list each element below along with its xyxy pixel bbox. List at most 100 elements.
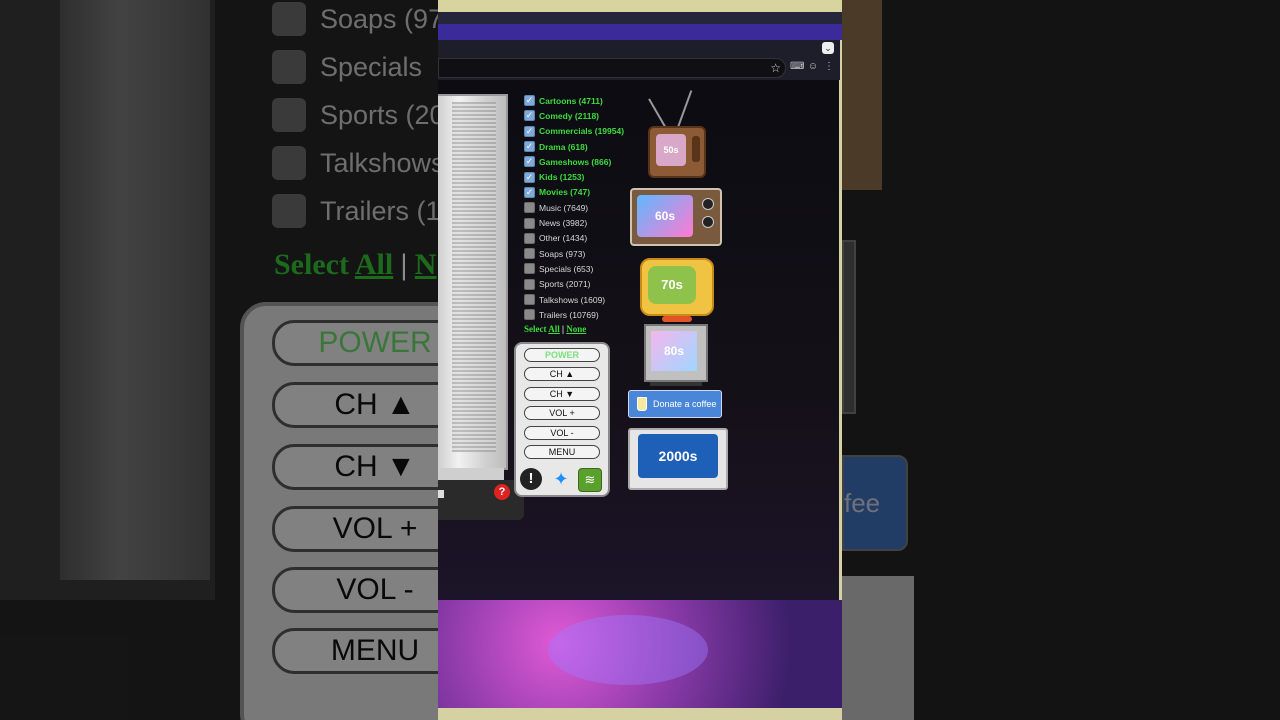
channel-up-button[interactable]: CH ▲ [524, 367, 600, 381]
category-item[interactable]: Trailers (10769) [524, 307, 624, 322]
select-none-link[interactable]: None [566, 324, 586, 334]
checkbox-checked[interactable]: ✓ [524, 156, 535, 168]
backdrop-vol-down: VOL - [272, 567, 438, 613]
tv-70s-link[interactable]: 70s [640, 258, 714, 322]
volume-down-button[interactable]: VOL - [524, 426, 600, 440]
category-label: Gameshows (866) [539, 156, 612, 167]
category-item[interactable]: ✓ Commercials (19954) [524, 124, 624, 139]
category-item[interactable]: Talkshows (1609) [524, 292, 624, 307]
tv-50s-link[interactable]: 50s [648, 126, 706, 178]
category-item[interactable]: ✓ Gameshows (866) [524, 154, 624, 169]
category-item[interactable]: News (3982) [524, 215, 624, 230]
checkbox-checked[interactable]: ✓ [524, 141, 535, 153]
backdrop-row: Talkshows [272, 146, 438, 180]
category-label: Music (7649) [539, 202, 589, 213]
help-icon[interactable]: ? [494, 484, 510, 500]
backdrop-tv [842, 0, 882, 190]
select-all-link[interactable]: All [548, 324, 560, 334]
backdrop-tv-2000s [842, 576, 914, 720]
tv-80s-link[interactable]: 80s [644, 324, 708, 386]
backdrop-row-label: Specials [320, 51, 423, 82]
backdrop-power: POWER [272, 320, 438, 366]
tv-80s-label: 80s [651, 331, 697, 371]
checkbox-unchecked[interactable] [524, 263, 535, 275]
star-icon[interactable]: ☆ [770, 59, 781, 77]
tv-60s-link[interactable]: 60s [630, 188, 722, 246]
translate-icon[interactable]: ⌨ [790, 60, 804, 74]
checkbox-checked[interactable]: ✓ [524, 95, 535, 107]
category-item[interactable]: ✓ Drama (618) [524, 139, 624, 154]
alert-icon[interactable]: ! [520, 468, 542, 490]
menu-button[interactable]: MENU [524, 445, 600, 459]
checkbox-checked[interactable]: ✓ [524, 125, 535, 137]
checkbox-unchecked[interactable] [524, 248, 535, 260]
tv-foot [662, 316, 692, 322]
backdrop-select-prefix: Select [274, 248, 349, 281]
tv-knobs [692, 136, 700, 162]
tv-2000s-label: 2000s [638, 434, 718, 478]
backdrop-crt [60, 0, 210, 580]
checkbox-unchecked[interactable] [524, 309, 535, 321]
category-label: Kids (1253) [539, 172, 585, 183]
category-item[interactable]: ✓ Movies (747) [524, 185, 624, 200]
select-prefix: Select [524, 324, 547, 334]
tv-50s-label: 50s [656, 134, 686, 166]
backdrop-coffee: fee [842, 455, 908, 551]
profile-icon[interactable]: ☺ [806, 60, 820, 74]
checkbox-checked[interactable]: ✓ [524, 171, 535, 183]
layers-icon[interactable]: ≋ [578, 468, 602, 492]
checkbox-unchecked[interactable] [524, 202, 535, 214]
category-item[interactable]: ✓ Cartoons (4711) [524, 93, 624, 108]
category-item[interactable]: Other (1434) [524, 231, 624, 246]
checkbox-unchecked[interactable] [524, 232, 535, 244]
backdrop-select-all: All [354, 248, 394, 281]
checkbox-unchecked[interactable] [524, 294, 535, 305]
category-item[interactable]: Sports (2071) [524, 277, 624, 292]
category-item[interactable]: ✓ Comedy (2118) [524, 108, 624, 123]
backdrop-select-sep: | [400, 248, 408, 281]
category-item[interactable]: Specials (653) [524, 261, 624, 276]
backdrop-menu: MENU [272, 628, 438, 674]
tab-strip [438, 24, 842, 40]
left-backdrop: Soaps (97 Specials Sports (20 Talkshows … [0, 0, 438, 720]
category-label: Soaps (973) [539, 248, 586, 259]
more-icon[interactable]: ⋮ [822, 60, 836, 74]
category-list: ✓ Cartoons (4711) ✓ Comedy (2118) ✓ Commerc… [524, 93, 624, 322]
tab-search-dropdown[interactable]: ⌄ [822, 42, 834, 54]
category-item[interactable]: Music (7649) [524, 200, 624, 215]
fullscreen-icon[interactable] [438, 490, 444, 498]
window-top [438, 12, 842, 24]
backdrop-select-none: N [414, 248, 437, 281]
donate-coffee-button[interactable]: Donate a coffee [628, 390, 722, 418]
backdrop-row: Sports (20 [272, 98, 438, 132]
backdrop-select-line: Select All | N [274, 248, 436, 282]
category-label: News (3982) [539, 218, 588, 229]
tv-dial [702, 198, 714, 210]
phone-screen: ⌄ ☆ ⌨ ☺ ⋮ ? ✓ Cartoons (4711) ✓ Comedy (21… [438, 0, 842, 720]
category-label: Sports (2071) [539, 279, 591, 290]
channel-down-button[interactable]: CH ▼ [524, 387, 600, 401]
category-item[interactable]: Soaps (973) [524, 246, 624, 261]
power-button[interactable]: POWER [524, 348, 600, 362]
tv-2000s-link[interactable]: 2000s [628, 428, 728, 490]
address-bar[interactable]: ☆ [438, 58, 786, 78]
select-separator: | [562, 324, 565, 334]
backdrop-row-label: Soaps (97 [320, 3, 438, 34]
select-all-none: Select All | None [524, 324, 586, 334]
checkbox-unchecked[interactable] [524, 217, 535, 229]
volume-up-button[interactable]: VOL + [524, 406, 600, 420]
donate-label: Donate a coffee [653, 399, 717, 409]
backdrop-vol-up: VOL + [272, 506, 438, 552]
backdrop-row: Specials [272, 50, 422, 84]
category-label: Drama (618) [539, 141, 588, 152]
category-item[interactable]: ✓ Kids (1253) [524, 169, 624, 184]
checkbox-checked[interactable]: ✓ [524, 186, 535, 198]
backdrop-coffee-label: fee [844, 487, 881, 518]
backdrop-row: Trailers (1 [272, 194, 438, 228]
backdrop-row-label: Trailers (1 [320, 195, 438, 226]
checkbox-checked[interactable]: ✓ [524, 110, 535, 122]
bluesky-butterfly-icon[interactable]: ✦ [550, 468, 572, 490]
tv-base [650, 382, 702, 386]
checkbox-unchecked[interactable] [524, 278, 535, 290]
category-label: Cartoons (4711) [539, 95, 603, 106]
